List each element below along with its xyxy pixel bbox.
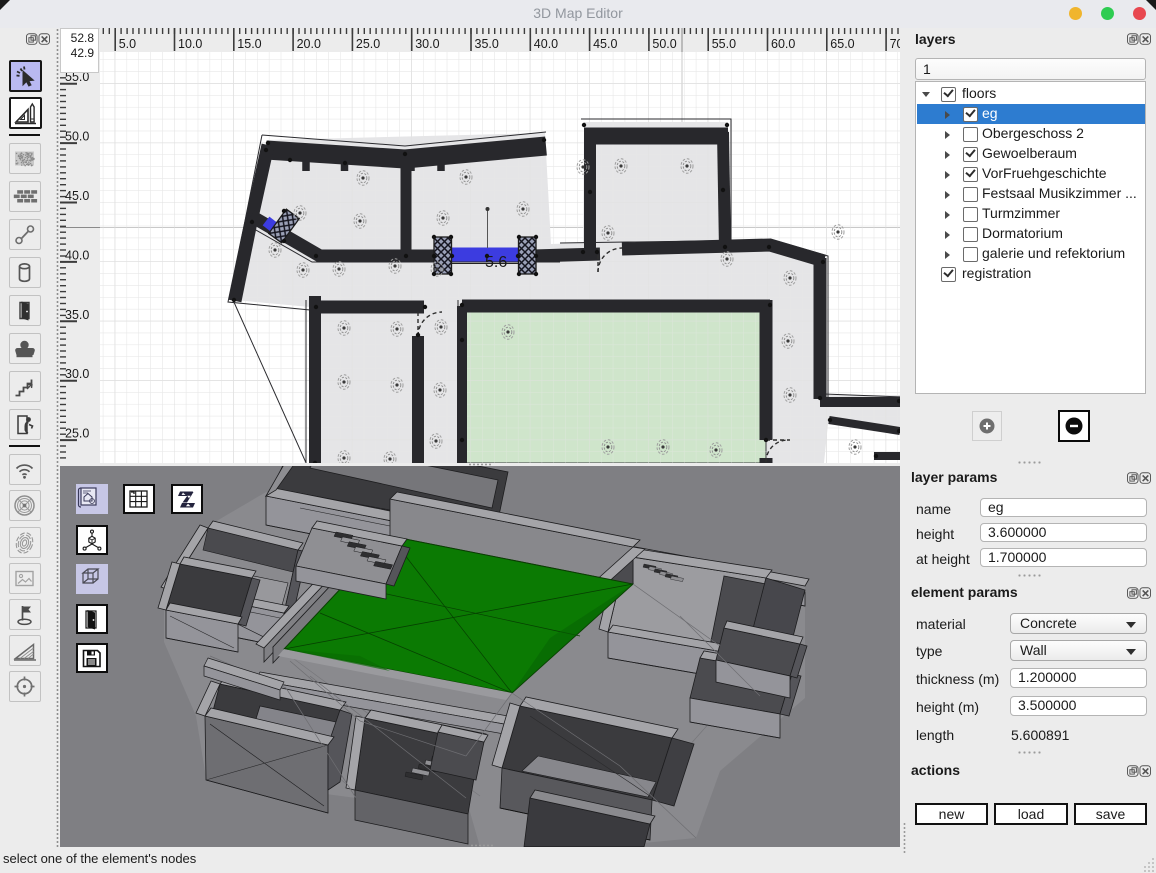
svg-text:10.0: 10.0 [178,37,202,51]
svg-text:15.0: 15.0 [237,37,261,51]
svg-text:5.0: 5.0 [119,37,136,51]
svg-text:50.0: 50.0 [65,130,89,144]
svg-text:40.0: 40.0 [534,37,558,51]
svg-text:30.0: 30.0 [65,367,89,381]
svg-text:20.0: 20.0 [297,37,321,51]
svg-text:35.0: 35.0 [475,37,499,51]
svg-text:35.0: 35.0 [65,308,89,322]
svg-text:45.0: 45.0 [65,189,89,203]
svg-text:45.0: 45.0 [593,37,617,51]
svg-text:30.0: 30.0 [415,37,439,51]
svg-text:70.: 70. [890,37,900,51]
svg-text:25.0: 25.0 [65,427,89,441]
svg-text:55.0: 55.0 [65,73,89,84]
svg-text:65.0: 65.0 [830,37,854,51]
svg-text:60.0: 60.0 [771,37,795,51]
svg-text:40.0: 40.0 [65,248,89,262]
svg-text:50.0: 50.0 [652,37,676,51]
svg-text:25.0: 25.0 [356,37,380,51]
svg-text:55.0: 55.0 [712,37,736,51]
